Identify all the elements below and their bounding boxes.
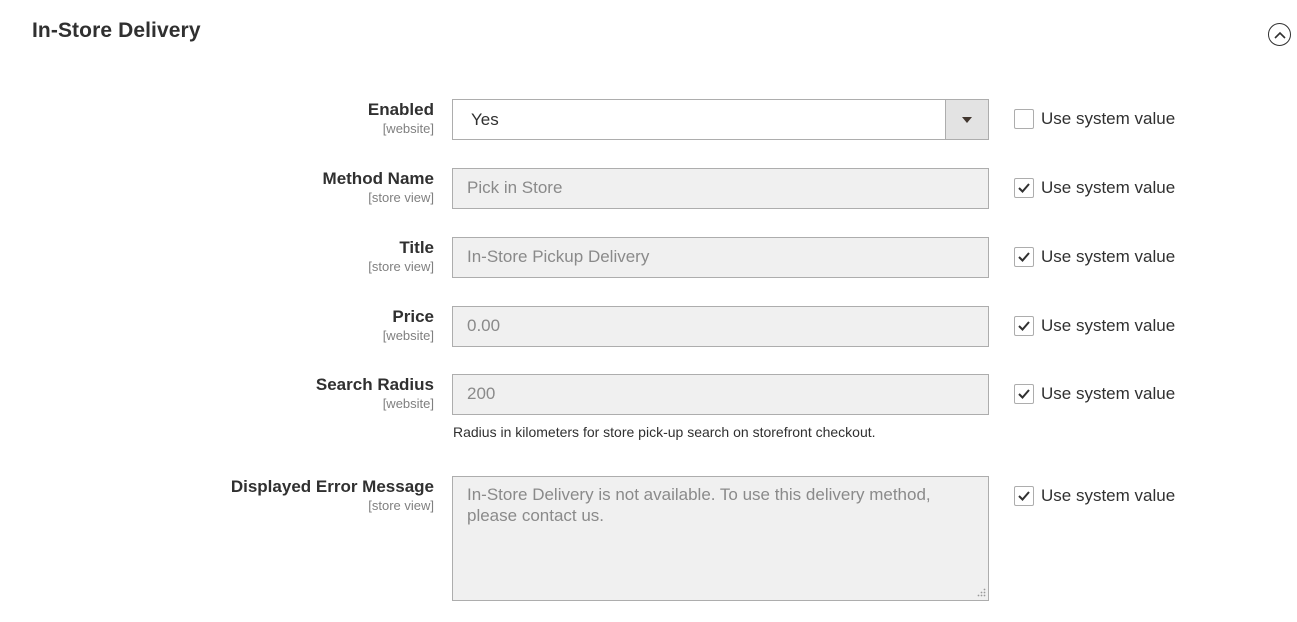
enabled-select-value: Yes	[471, 110, 499, 129]
checkmark-icon	[1018, 389, 1030, 399]
method-name-input[interactable]: Pick in Store	[452, 168, 989, 209]
scope-text: [store view]	[368, 259, 434, 274]
field-label-price: Price [website]	[383, 307, 434, 343]
section-title[interactable]: In-Store Delivery	[32, 19, 201, 43]
checkbox-checked[interactable]	[1014, 486, 1034, 506]
use-system-label: Use system value	[1041, 316, 1176, 335]
checkmark-icon	[1018, 491, 1030, 501]
dropdown-button[interactable]	[945, 100, 988, 139]
collapse-toggle-button[interactable]	[1268, 23, 1291, 46]
method-name-use-system-checkbox[interactable]: Use system value	[1014, 178, 1175, 198]
label-text: Search Radius	[315, 375, 434, 394]
label-text: Title	[399, 238, 434, 257]
checkbox-checked[interactable]	[1014, 178, 1034, 198]
title-use-system-checkbox[interactable]: Use system value	[1014, 247, 1175, 267]
use-system-label: Use system value	[1041, 247, 1176, 266]
scope-text: [website]	[382, 328, 434, 343]
label-text: Displayed Error Message	[230, 477, 434, 496]
use-system-label: Use system value	[1041, 486, 1176, 505]
enabled-select[interactable]: Yes	[452, 99, 989, 140]
scope-text: [website]	[382, 396, 434, 411]
label-text: Price	[392, 307, 434, 326]
field-label-error-message: Displayed Error Message [store view]	[231, 477, 434, 513]
field-label-title: Title [store view]	[368, 238, 434, 274]
scope-text: [website]	[382, 121, 434, 136]
price-use-system-checkbox[interactable]: Use system value	[1014, 316, 1175, 336]
error-message-text: In-Store Delivery is not available. To u…	[467, 485, 931, 525]
checkbox-checked[interactable]	[1014, 247, 1034, 267]
checkmark-icon	[1018, 183, 1030, 193]
use-system-label: Use system value	[1041, 178, 1176, 197]
checkbox-checked[interactable]	[1014, 384, 1034, 404]
search-radius-input[interactable]: 200	[452, 374, 989, 415]
label-text: Enabled	[367, 100, 434, 119]
error-message-textarea[interactable]: In-Store Delivery is not available. To u…	[452, 476, 989, 601]
field-label-enabled: Enabled [website]	[368, 100, 434, 136]
label-text: Method Name	[322, 169, 434, 188]
use-system-label: Use system value	[1041, 109, 1176, 128]
caret-down-icon	[962, 116, 972, 123]
use-system-label: Use system value	[1041, 384, 1176, 403]
field-label-search-radius: Search Radius [website]	[316, 375, 434, 411]
scope-text: [store view]	[368, 190, 434, 205]
error-message-use-system-checkbox[interactable]: Use system value	[1014, 486, 1175, 506]
field-label-method-name: Method Name [store view]	[323, 169, 434, 205]
checkmark-icon	[1018, 321, 1030, 331]
price-input[interactable]: 0.00	[452, 306, 989, 347]
checkbox-unchecked[interactable]	[1014, 109, 1034, 129]
enabled-use-system-checkbox[interactable]: Use system value	[1014, 109, 1175, 129]
search-radius-note: Radius in kilometers for store pick-up s…	[453, 424, 876, 440]
title-input[interactable]: In-Store Pickup Delivery	[452, 237, 989, 278]
resize-grip-icon[interactable]	[976, 588, 986, 598]
scope-text: [store view]	[368, 498, 434, 513]
checkbox-checked[interactable]	[1014, 316, 1034, 336]
search-radius-use-system-checkbox[interactable]: Use system value	[1014, 384, 1175, 404]
chevron-up-icon	[1273, 31, 1286, 39]
checkmark-icon	[1018, 252, 1030, 262]
